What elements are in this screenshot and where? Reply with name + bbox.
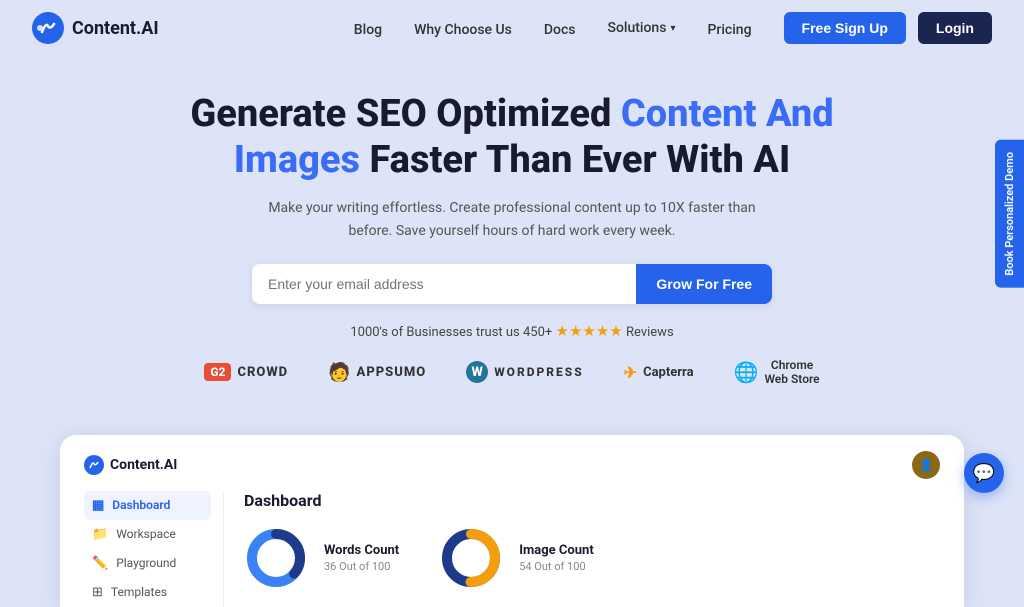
trust-text: 1000's of Businesses trust us 450+ — [350, 325, 552, 340]
login-button[interactable]: Login — [918, 12, 992, 44]
dashboard-logo-text: Content.AI — [110, 457, 177, 473]
logo-g2crowd: G2 CROWD — [204, 363, 288, 381]
star-rating: ★★★★★ — [556, 322, 623, 340]
words-count-info: Words Count 36 Out of 100 — [324, 543, 399, 573]
reviews-label: Reviews — [626, 325, 674, 340]
hero-heading-part1: Generate SEO Optimized — [190, 92, 621, 136]
dashboard-body: ▦ Dashboard 📁 Workspace ✏️ Playground ⊞ … — [84, 491, 940, 607]
words-count-stat: Words Count 36 Out of 100 — [244, 526, 399, 590]
dashboard-stats: Words Count 36 Out of 100 Image Count — [244, 526, 920, 590]
templates-icon: ⊞ — [92, 585, 103, 600]
words-donut-chart — [244, 526, 308, 590]
chevron-down-icon: ▾ — [670, 23, 675, 34]
hero-heading-part2: Faster Than Ever With AI — [360, 138, 790, 182]
wordpress-icon: W — [466, 361, 488, 383]
logo-wordpress: W WORDPRESS — [466, 361, 583, 383]
g2crowd-label: CROWD — [237, 365, 288, 380]
image-count-stat: Image Count 54 Out of 100 — [439, 526, 594, 590]
dashboard-logo: Content.AI — [84, 455, 177, 475]
nav-buttons: Free Sign Up Login — [784, 12, 992, 44]
hero-heading: Generate SEO Optimized Content And Image… — [162, 92, 862, 183]
wordpress-label: WORDPRESS — [494, 365, 583, 379]
nav-solutions[interactable]: Solutions ▾ — [607, 20, 675, 36]
nav-why-choose[interactable]: Why Choose Us — [414, 22, 512, 38]
trust-line: 1000's of Businesses trust us 450+ ★★★★★… — [20, 322, 1004, 340]
chat-icon: 💬 — [973, 463, 995, 484]
dashboard-card: Content.AI 👤 ▦ Dashboard 📁 Workspace ✏️ … — [60, 435, 964, 607]
dashboard-title: Dashboard — [244, 491, 920, 510]
user-avatar: 👤 — [912, 451, 940, 479]
sidebar-dashboard-label: Dashboard — [112, 498, 170, 512]
nav-blog[interactable]: Blog — [354, 22, 382, 38]
hero-section: Generate SEO Optimized Content And Image… — [0, 56, 1024, 435]
image-donut-chart — [439, 526, 503, 590]
logo[interactable]: Content.AI — [32, 12, 159, 44]
chat-bubble[interactable]: 💬 — [964, 453, 1004, 493]
sidebar-item-playground[interactable]: ✏️ Playground — [84, 549, 211, 578]
playground-icon: ✏️ — [92, 556, 108, 571]
logo-text: Content.AI — [72, 18, 159, 39]
free-signup-button[interactable]: Free Sign Up — [784, 12, 906, 44]
email-input-wrap: Grow For Free — [252, 264, 772, 304]
sidebar-workspace-label: Workspace — [116, 527, 176, 541]
dashboard-icon: ▦ — [92, 498, 104, 513]
nav-pricing[interactable]: Pricing — [707, 22, 751, 38]
sidebar-item-templates[interactable]: ⊞ Templates — [84, 578, 211, 607]
words-count-title: Words Count — [324, 543, 399, 558]
chrome-label: ChromeWeb Store — [764, 358, 819, 387]
sidebar-item-workspace[interactable]: 📁 Workspace — [84, 520, 211, 549]
hero-subtext: Make your writing effortless. Create pro… — [252, 197, 772, 242]
email-input[interactable] — [252, 264, 636, 304]
g2crowd-badge: G2 — [204, 363, 231, 381]
book-demo-tab[interactable]: Book Personalized Demo — [995, 140, 1024, 288]
sidebar-templates-label: Templates — [111, 585, 167, 599]
nav-docs[interactable]: Docs — [544, 22, 576, 38]
nav-links: Blog Why Choose Us Docs Solutions ▾ Pric… — [354, 19, 752, 38]
grow-for-free-button[interactable]: Grow For Free — [636, 264, 772, 304]
dashboard-sidebar: ▦ Dashboard 📁 Workspace ✏️ Playground ⊞ … — [84, 491, 224, 607]
email-form: Grow For Free — [20, 264, 1004, 304]
image-count-value: 54 Out of 100 — [519, 560, 594, 573]
appsumo-icon: 🧑 — [328, 362, 350, 383]
dashboard-main: Dashboard Words Count 36 Out of 100 — [224, 491, 940, 607]
image-count-info: Image Count 54 Out of 100 — [519, 543, 594, 573]
navbar: Content.AI Blog Why Choose Us Docs Solut… — [0, 0, 1024, 56]
logo-appsumo: 🧑 APPSUMO — [328, 362, 426, 383]
sidebar-playground-label: Playground — [116, 556, 176, 570]
logo-capterra: ✈ Capterra — [624, 363, 694, 382]
capterra-icon: ✈ — [624, 363, 637, 382]
partner-logos: G2 CROWD 🧑 APPSUMO W WORDPRESS ✈ Capterr… — [20, 358, 1004, 387]
sidebar-item-dashboard[interactable]: ▦ Dashboard — [84, 491, 211, 520]
image-count-title: Image Count — [519, 543, 594, 558]
appsumo-label: APPSUMO — [357, 365, 427, 380]
dashboard-topbar: Content.AI 👤 — [84, 451, 940, 479]
logo-chrome: 🌐 ChromeWeb Store — [734, 358, 820, 387]
chrome-icon: 🌐 — [734, 360, 759, 384]
logo-icon — [32, 12, 64, 44]
words-count-value: 36 Out of 100 — [324, 560, 399, 573]
workspace-icon: 📁 — [92, 527, 108, 542]
dashboard-logo-icon — [84, 455, 104, 475]
capterra-label: Capterra — [643, 365, 693, 380]
